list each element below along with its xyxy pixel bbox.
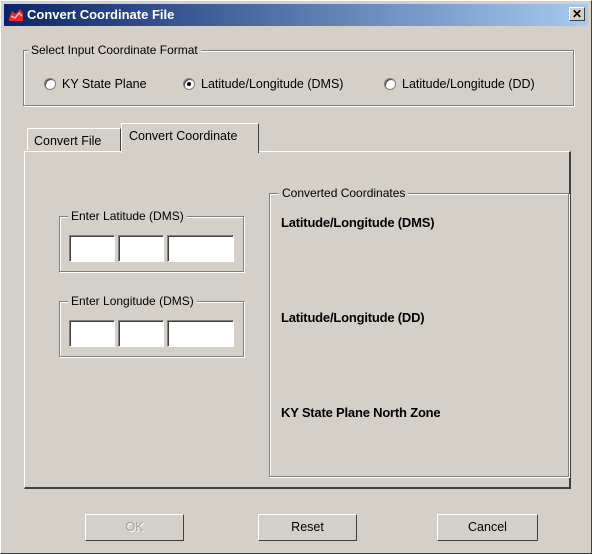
- radio-ky-state-plane[interactable]: KY State Plane: [44, 77, 147, 91]
- radio-button[interactable]: [384, 78, 396, 90]
- ok-button[interactable]: OK: [85, 514, 184, 541]
- cancel-button-label: Cancel: [468, 520, 507, 534]
- close-icon: ✕: [571, 7, 583, 21]
- radio-button[interactable]: [44, 78, 56, 90]
- reset-button[interactable]: Reset: [258, 514, 357, 541]
- result-ky-label: KY State Plane North Zone: [281, 405, 441, 420]
- converted-coordinates-label: Converted Coordinates: [279, 186, 409, 200]
- longitude-seconds-input[interactable]: [167, 320, 234, 347]
- ok-button-label: OK: [125, 520, 144, 534]
- radio-label: KY State Plane: [62, 77, 147, 91]
- converted-coordinates-group: [269, 193, 569, 477]
- input-format-label: Select Input Coordinate Format: [28, 43, 201, 57]
- longitude-minutes-input[interactable]: [118, 320, 164, 347]
- latitude-minutes-input[interactable]: [118, 235, 164, 262]
- result-dms-label: Latitude/Longitude (DMS): [281, 215, 435, 230]
- app-icon: [9, 9, 23, 21]
- convert-coordinate-dialog: Convert Coordinate File ✕ Select Input C…: [0, 0, 592, 554]
- longitude-label: Enter Longitude (DMS): [68, 294, 197, 308]
- window-title: Convert Coordinate File: [27, 7, 175, 22]
- latitude-seconds-input[interactable]: [167, 235, 234, 262]
- close-button[interactable]: ✕: [569, 7, 585, 21]
- radio-latlon-dms[interactable]: Latitude/Longitude (DMS): [183, 77, 343, 91]
- reset-button-label: Reset: [291, 520, 324, 534]
- tab-convert-file[interactable]: Convert File: [27, 128, 121, 151]
- radio-latlon-dd[interactable]: Latitude/Longitude (DD): [384, 77, 535, 91]
- title-bar[interactable]: Convert Coordinate File ✕: [4, 4, 588, 26]
- tab-convert-coordinate[interactable]: Convert Coordinate: [121, 123, 259, 153]
- tab-label: Convert Coordinate: [129, 129, 238, 143]
- radio-label: Latitude/Longitude (DMS): [201, 77, 344, 91]
- result-dd-label: Latitude/Longitude (DD): [281, 310, 425, 325]
- longitude-degrees-input[interactable]: [69, 320, 115, 347]
- latitude-degrees-input[interactable]: [69, 235, 115, 262]
- radio-button[interactable]: [183, 78, 195, 90]
- latitude-label: Enter Latitude (DMS): [68, 209, 187, 223]
- cancel-button[interactable]: Cancel: [437, 514, 538, 541]
- tab-label: Convert File: [34, 134, 102, 148]
- radio-label: Latitude/Longitude (DD): [402, 77, 535, 91]
